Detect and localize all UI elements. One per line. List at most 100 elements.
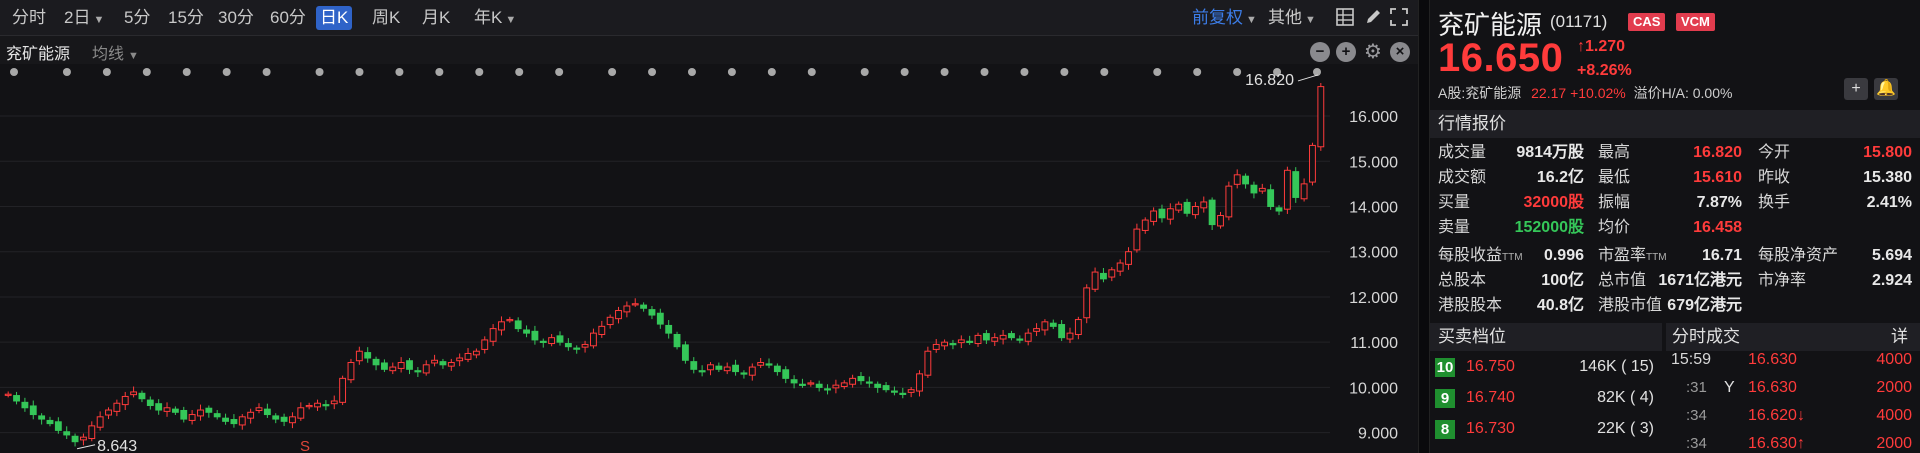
event-dot xyxy=(395,68,404,76)
ob-price: 16.730 xyxy=(1466,420,1515,437)
stat-high: 最高 16.820 xyxy=(1598,142,1742,164)
kline-chart[interactable]: 16.000 15.000 14.000 13.000 12.000 11.000 10.0… xyxy=(0,64,1418,453)
ma-dropdown[interactable]: 均线 ▼ xyxy=(92,40,139,64)
stat-value: 15.800 xyxy=(1863,144,1912,161)
event-dot xyxy=(1193,68,1202,76)
more-dropdown[interactable]: 其他 ▼ xyxy=(1268,6,1316,30)
event-dot xyxy=(1020,68,1029,76)
event-dot xyxy=(900,68,909,76)
tab-60min[interactable]: 60分 xyxy=(266,6,310,30)
stat-market-cap: 总市值 1671亿港元 xyxy=(1598,270,1742,292)
candle-up xyxy=(957,339,965,344)
candle-down xyxy=(982,333,990,341)
candle-down xyxy=(439,361,447,366)
tick-row: 15:59 16.630 4000 xyxy=(1666,348,1920,372)
tab-15min[interactable]: 15分 xyxy=(164,6,208,30)
candle-up xyxy=(456,357,464,362)
candle-up xyxy=(631,303,639,306)
stat-ask-volume: 卖量 152000股 xyxy=(1438,217,1584,239)
tab-2day[interactable]: 2日 ▼ xyxy=(60,6,108,30)
zoom-out-icon[interactable]: − xyxy=(1310,42,1330,62)
tab-yearly-k[interactable]: 年K ▼ xyxy=(470,6,520,30)
candle-down xyxy=(171,408,179,413)
candle-down xyxy=(857,376,865,382)
tab-daily-k[interactable]: 日K xyxy=(316,6,353,30)
zoom-in-icon[interactable]: + xyxy=(1336,42,1356,62)
orderbook-row[interactable]: 9 16.740 82K ( 4) xyxy=(1430,385,1662,411)
orderbook-row[interactable]: 8 16.730 22K ( 3) xyxy=(1430,416,1662,442)
close-icon[interactable]: × xyxy=(1390,42,1410,62)
pencil-icon[interactable] xyxy=(1364,8,1384,28)
candle-down xyxy=(1008,333,1015,339)
tick-flag: Y xyxy=(1724,379,1735,396)
event-dot xyxy=(222,68,231,76)
candle-up xyxy=(305,405,313,408)
fullscreen-icon[interactable] xyxy=(1390,8,1410,28)
candle-down xyxy=(815,383,823,388)
candle-up xyxy=(481,339,489,350)
add-watchlist-button[interactable]: + xyxy=(1844,78,1868,100)
event-dot xyxy=(1233,68,1242,76)
event-dot xyxy=(1100,68,1109,76)
candle-down xyxy=(740,372,748,375)
a-share-line: A股:兖矿能源 22.17 +10.02% 溢价H/A: 0.00% xyxy=(1438,83,1732,103)
candle-down xyxy=(263,408,271,416)
stat-open: 今开 15.800 xyxy=(1758,142,1912,164)
candle-up xyxy=(1200,201,1208,209)
candle-up xyxy=(247,411,255,419)
candle-down xyxy=(698,370,706,373)
stat-value: 5.694 xyxy=(1871,247,1912,264)
candle-down xyxy=(673,333,681,348)
a-share-pct: +10.02% xyxy=(1570,85,1626,101)
candle-down xyxy=(222,417,229,422)
candle-down xyxy=(573,347,581,350)
stock-name-label: 兖矿能源 xyxy=(6,46,71,63)
stat-value: 2.924 xyxy=(1871,272,1912,289)
ticks-detail-button[interactable]: 详 xyxy=(1891,323,1908,351)
tick-price: 16.630↑ xyxy=(1748,435,1805,452)
panel-divider[interactable] xyxy=(1418,0,1430,453)
chart-subbar: 兖矿能源 均线 ▼ xyxy=(0,36,1418,64)
stat-bid-volume: 买量 32000股 xyxy=(1438,192,1584,214)
tab-weekly-k[interactable]: 周K xyxy=(368,6,404,30)
layout-grid-icon[interactable] xyxy=(1336,8,1356,28)
tab-timeshare[interactable]: 分时 xyxy=(8,6,50,30)
chevron-down-icon: ▼ xyxy=(93,14,105,26)
tick-volume: 2000 xyxy=(1876,379,1912,396)
candle-down xyxy=(1242,175,1249,185)
level-badge: 10 xyxy=(1435,358,1455,377)
ttm-sub: TTM xyxy=(1646,252,1667,263)
stat-amplitude: 振幅 7.87% xyxy=(1598,192,1742,214)
candle-up xyxy=(1066,332,1074,340)
orderbook-row[interactable]: 10 16.750 146K ( 15) xyxy=(1430,354,1662,380)
candle-down xyxy=(966,340,974,343)
candle-up xyxy=(748,366,756,376)
candle-up xyxy=(96,416,104,428)
candle-down xyxy=(372,358,380,366)
min-arrow xyxy=(76,444,96,450)
candle-up xyxy=(907,389,915,393)
candle-down xyxy=(205,407,213,413)
stat-label: 振幅 xyxy=(1598,194,1631,211)
bell-icon[interactable]: 🔔 xyxy=(1874,78,1898,100)
candle-down xyxy=(406,360,413,370)
tab-5min[interactable]: 5分 xyxy=(120,6,154,30)
stat-label: 成交量 xyxy=(1438,144,1487,161)
tab-monthly-k[interactable]: 月K xyxy=(418,6,454,30)
candle-down xyxy=(782,369,790,379)
candle-down xyxy=(1208,199,1216,226)
tick-time: :31 xyxy=(1686,379,1707,396)
event-dot xyxy=(555,68,564,76)
tab-30min[interactable]: 30分 xyxy=(214,6,258,30)
adjust-dropdown[interactable]: 前复权 ▼ xyxy=(1192,6,1257,30)
a-share-label: A股:兖矿能源 xyxy=(1438,85,1522,101)
candle-up xyxy=(1108,269,1116,278)
candle-up xyxy=(422,364,430,374)
tick-volume: 4000 xyxy=(1876,351,1912,368)
event-dot xyxy=(475,68,484,76)
candle-down xyxy=(13,395,20,402)
candle-up xyxy=(1074,319,1082,335)
candle-up xyxy=(297,407,305,419)
gear-icon[interactable]: ⚙ xyxy=(1363,42,1383,62)
candle-down xyxy=(180,409,188,420)
